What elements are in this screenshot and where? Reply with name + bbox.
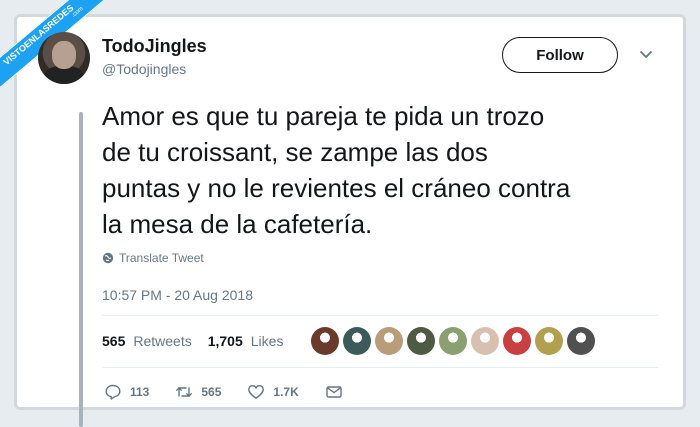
liker-avatar[interactable]	[343, 327, 371, 355]
like-count: 1.7K	[273, 385, 299, 399]
retweet-count: 565	[201, 385, 222, 399]
retweets-count[interactable]: 565	[102, 333, 125, 349]
liker-avatar[interactable]	[375, 327, 403, 355]
retweets-label[interactable]: Retweets	[133, 333, 191, 349]
reply-count: 113	[130, 385, 150, 399]
divider	[102, 315, 658, 316]
user-handle[interactable]: @Todojingles	[102, 61, 186, 77]
engagement-stats: 565 Retweets 1,705 Likes	[102, 333, 283, 349]
direct-message-button[interactable]	[325, 383, 343, 401]
like-button[interactable]: 1.7K	[247, 383, 299, 401]
liker-avatar[interactable]	[439, 327, 467, 355]
retweet-button[interactable]: 565	[175, 383, 221, 401]
reply-icon	[105, 384, 121, 400]
avatar[interactable]	[38, 32, 90, 84]
action-bar: 113 565 1.7K	[104, 383, 369, 401]
likes-label[interactable]: Likes	[251, 333, 284, 349]
divider	[102, 367, 658, 368]
heart-icon	[248, 385, 265, 399]
envelope-icon	[326, 386, 342, 398]
retweet-icon	[176, 387, 193, 397]
liker-avatar[interactable]	[407, 327, 435, 355]
liker-avatar[interactable]	[535, 327, 563, 355]
liker-avatar[interactable]	[311, 327, 339, 355]
thread-rail	[79, 112, 83, 427]
translate-label: Translate Tweet	[119, 251, 204, 265]
tweet-text: Amor es que tu pareja te pida un trozo d…	[102, 101, 571, 239]
liker-avatar[interactable]	[503, 327, 531, 355]
translate-tweet-link[interactable]: Translate Tweet	[102, 251, 204, 265]
globe-icon	[102, 252, 114, 264]
chevron-down-icon[interactable]	[638, 49, 654, 61]
reply-button[interactable]: 113	[104, 383, 149, 401]
timestamp[interactable]: 10:57 PM - 20 Aug 2018	[102, 287, 253, 303]
likes-count[interactable]: 1,705	[208, 333, 243, 349]
liker-avatar[interactable]	[567, 327, 595, 355]
liker-avatars	[311, 327, 599, 355]
display-name[interactable]: TodoJingles	[102, 36, 207, 57]
follow-button[interactable]: Follow	[502, 37, 618, 73]
liker-avatar[interactable]	[471, 327, 499, 355]
